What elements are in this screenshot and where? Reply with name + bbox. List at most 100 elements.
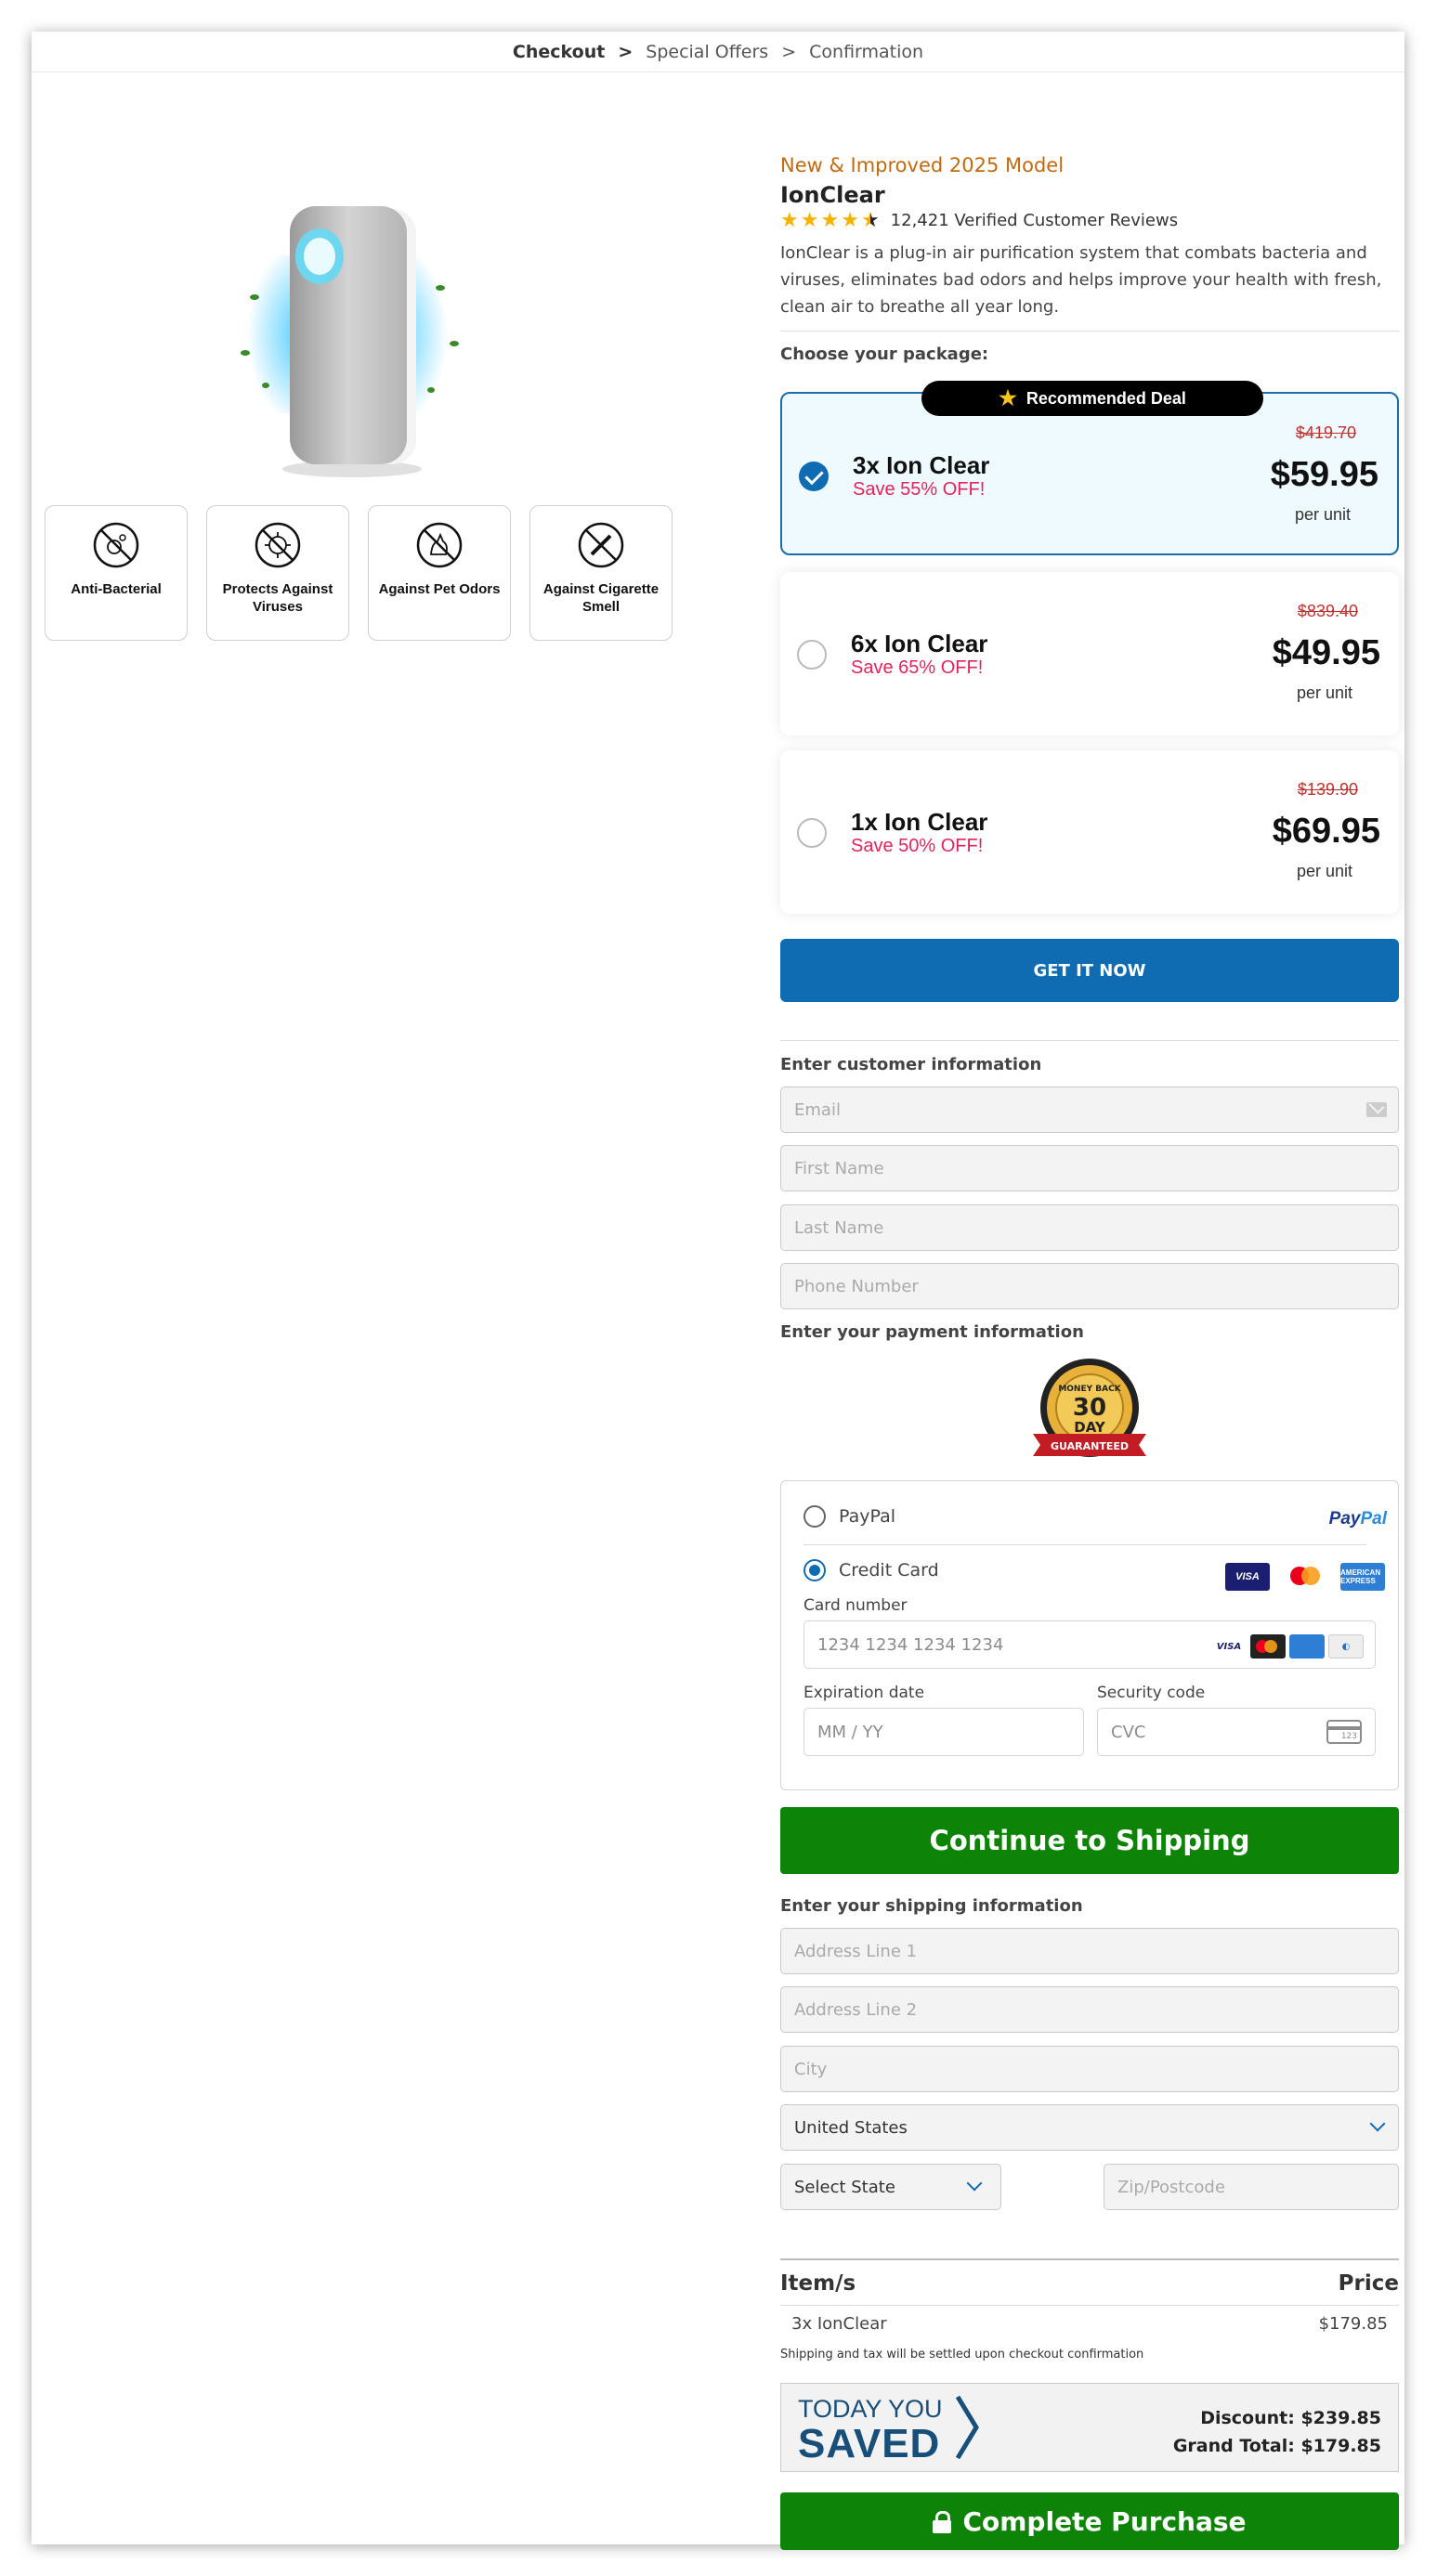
saved-text: SAVED [798,2421,941,2466]
package-label: Choose your package: [780,345,989,364]
badge-cigarette-smell: Against Cigarette Smell [529,505,673,641]
paypal-logo-pal: Pal [1360,1509,1387,1529]
package-radio[interactable] [799,462,829,491]
address1-placeholder: Address Line 1 [794,1941,918,1961]
visa-icon: VISA [1211,1634,1247,1659]
cigarette-icon [578,522,624,568]
divider [780,2258,1399,2260]
today-you-text: TODAY YOU [798,2395,943,2423]
package-save: Save 65% OFF! [851,657,984,678]
last-name-placeholder: Last Name [794,1217,884,1238]
chevron-right-icon [955,2395,979,2460]
rating: ★ ★ ★ ★ ★ 12,421 Verified Customer Reviews [780,210,1178,230]
paypal-logo: PayPal [1329,1509,1387,1529]
virus-icon [255,522,301,568]
email-field[interactable]: Email [780,1086,1399,1133]
credit-card-radio[interactable] [803,1559,826,1581]
star-rating-icon: ★ ★ ★ ★ ★ [780,208,880,231]
package-option-1x[interactable]: 1x Ion Clear Save 50% OFF! $139.90 $69.9… [780,750,1399,914]
credit-card-label: Credit Card [839,1560,939,1581]
zip-field[interactable]: Zip/Postcode [1104,2164,1399,2210]
card-number-label: Card number [803,1596,908,1615]
pet-icon [416,522,463,568]
breadcrumb-checkout: Checkout [512,41,606,62]
ribbon-label: Recommended Deal [1025,388,1186,408]
product-kicker: New & Improved 2025 Model [780,154,1065,176]
complete-purchase-label: Complete Purchase [962,2505,1247,2537]
paypal-radio[interactable] [803,1505,826,1528]
seal-top-text: MONEY BACK [1058,1385,1121,1394]
breadcrumb-separator: > [781,41,797,62]
payment-box: PayPal PayPal Credit Card VISA AMERICAN … [780,1480,1399,1790]
first-name-field[interactable]: First Name [780,1145,1399,1191]
product-title: IonClear [780,182,885,208]
package-name: 3x Ion Clear [853,451,990,479]
country-select[interactable]: United States [780,2104,1399,2151]
mastercard-icon [1250,1634,1286,1659]
savings-box: TODAY YOU SAVED Discount: $239.85 Grand … [780,2383,1399,2472]
package-unit: per unit [1294,505,1351,524]
chevron-down-icon [1369,2115,1386,2132]
item-header: Item/s [780,2271,856,2296]
badge-label: Against Cigarette Smell [542,581,660,615]
badge-pet-odors: Against Pet Odors [368,505,511,641]
divider [780,2305,1399,2306]
mastercard-icon [1283,1563,1327,1591]
get-it-now-button[interactable]: GET IT NOW [780,939,1399,1002]
package-save: Save 55% OFF! [853,479,986,500]
amex-icon: AMERICAN EXPRESS [1340,1563,1385,1591]
expiry-input[interactable]: MM / YY [803,1708,1084,1756]
state-value: Select State [794,2177,895,2197]
review-count: 12,421 Verified Customer Reviews [890,210,1179,230]
star-icon: ★ [999,386,1017,410]
package-option-6x[interactable]: 6x Ion Clear Save 65% OFF! $839.40 $49.9… [780,572,1399,735]
continue-label: Continue to Shipping [929,1825,1250,1856]
last-name-field[interactable]: Last Name [780,1204,1399,1251]
package-radio[interactable] [797,640,827,670]
divider [780,1040,1399,1041]
package-price: $69.95 [1272,812,1380,851]
divider [803,1544,1366,1545]
card-number-input[interactable]: 1234 1234 1234 1234 VISA ◐ [803,1620,1376,1669]
expiry-label: Expiration date [803,1684,925,1702]
cvc-input[interactable]: CVC 123 [1097,1708,1376,1756]
bacteria-icon [93,522,139,568]
summary-item-row: 3x IonClear $179.85 [791,2314,1388,2334]
address2-placeholder: Address Line 2 [794,1999,918,2020]
complete-purchase-button[interactable]: Complete Purchase [780,2492,1399,2550]
phone-field[interactable]: Phone Number [780,1263,1399,1309]
zip-placeholder: Zip/Postcode [1117,2177,1225,2197]
address-line-1-field[interactable]: Address Line 1 [780,1928,1399,1974]
card-brand-icons: VISA ◐ [1211,1634,1364,1659]
payment-info-label: Enter your payment information [780,1322,1084,1342]
continue-to-shipping-button[interactable]: Continue to Shipping [780,1807,1399,1874]
badge-label: Anti-Bacterial [71,581,162,597]
envelope-icon [1366,1102,1387,1117]
summary-item: 3x IonClear [791,2314,887,2334]
badge-protects-viruses: Protects Against Viruses [206,505,349,641]
money-back-seal: MONEY BACK 30 DAY GUARANTEED [1029,1358,1150,1467]
breadcrumb-confirmation: Confirmation [809,41,924,62]
package-option-3x[interactable]: ★ Recommended Deal 3x Ion Clear Save 55%… [780,381,1399,555]
visa-icon: VISA [1225,1563,1270,1591]
country-value: United States [794,2117,908,2138]
address-line-2-field[interactable]: Address Line 2 [780,1986,1399,2033]
price-header: Price [1338,2271,1399,2296]
credit-card-option[interactable]: Credit Card [803,1559,939,1581]
state-select[interactable]: Select State [780,2164,1001,2210]
city-field[interactable]: City [780,2046,1399,2092]
totals: Discount: $239.85 Grand Total: $179.85 [1173,2404,1381,2460]
package-price: $59.95 [1270,455,1378,494]
diners-icon: ◐ [1328,1634,1364,1659]
accepted-cards: VISA AMERICAN EXPRESS [1225,1563,1385,1591]
cvc-placeholder: CVC [1111,1722,1146,1742]
first-name-placeholder: First Name [794,1158,884,1178]
package-save: Save 50% OFF! [851,836,984,856]
package-name: 6x Ion Clear [851,630,988,657]
package-old-price: $419.70 [1295,423,1356,442]
package-old-price: $139.90 [1297,780,1358,799]
package-radio[interactable] [797,818,827,848]
cvc-card-icon: 123 [1326,1720,1362,1744]
paypal-option[interactable]: PayPal [803,1505,895,1528]
paypal-logo-pay: Pay [1328,1509,1361,1529]
